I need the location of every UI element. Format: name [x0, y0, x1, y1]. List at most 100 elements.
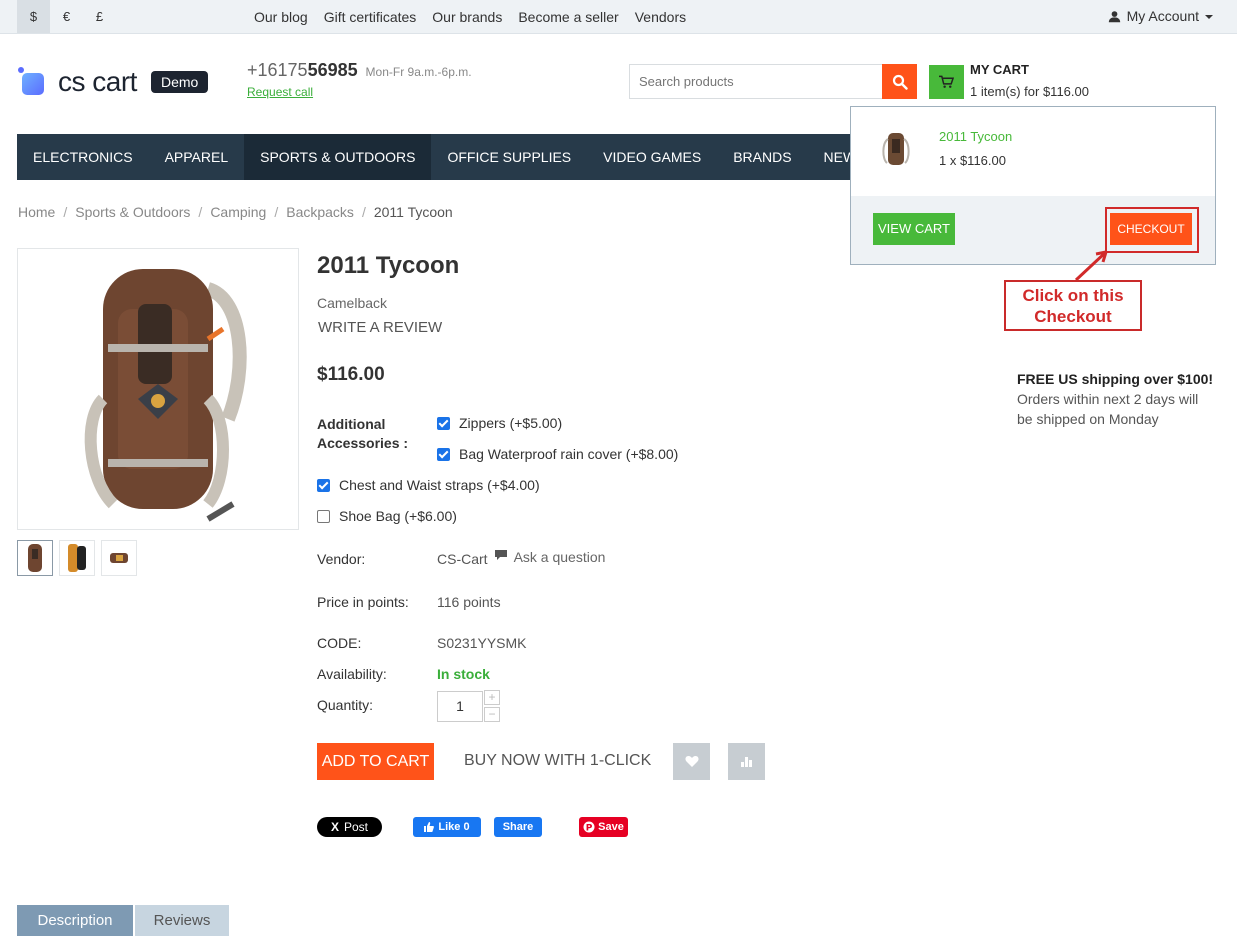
pinterest-save-button[interactable]: P Save	[579, 817, 628, 837]
annotation-arrow-icon	[1074, 250, 1108, 282]
quantity-label: Quantity:	[317, 697, 374, 713]
my-cart-title: MY CART	[970, 62, 1029, 77]
top-bar: $ € £ Our blog Gift certificates Our bra…	[0, 0, 1237, 34]
option-rain-cover-checkbox[interactable]	[437, 447, 450, 461]
write-review-link[interactable]: WRITE A REVIEW	[318, 319, 442, 336]
compare-button[interactable]	[728, 743, 765, 780]
thumbs-up-icon	[424, 822, 435, 832]
search-input[interactable]	[630, 65, 882, 98]
cs-cart-logo-icon	[18, 67, 44, 95]
nav-brands[interactable]: BRANDS	[717, 134, 807, 180]
checkout-highlight-box	[1105, 207, 1199, 253]
currency-usd[interactable]: $	[17, 0, 50, 33]
option-rain-cover-label: Bag Waterproof rain cover (+$8.00)	[459, 446, 679, 462]
svg-text:P: P	[586, 824, 593, 834]
x-post-button[interactable]: X Post	[317, 817, 382, 837]
quantity-plus-button[interactable]: +	[484, 690, 500, 705]
link-gift-certificates[interactable]: Gift certificates	[324, 9, 417, 25]
x-post-label: Post	[344, 820, 369, 834]
cart-item-qty: 1 x $116.00	[939, 153, 1006, 168]
backpack-image	[84, 269, 247, 522]
quantity-minus-button[interactable]: −	[484, 707, 500, 722]
caret-down-icon	[1205, 14, 1213, 19]
pinterest-save-label: Save	[598, 821, 624, 833]
user-icon	[1108, 11, 1120, 23]
vendor-row: CS-Cart Ask a question	[437, 549, 606, 567]
thumbnail-1[interactable]	[17, 540, 53, 576]
quantity-input[interactable]: 1	[437, 691, 483, 722]
my-cart-count: 1 item(s) for $116.00	[970, 84, 1089, 99]
wishlist-button[interactable]	[673, 743, 710, 780]
nav-sports-outdoors[interactable]: SPORTS & OUTDOORS	[244, 134, 432, 180]
heart-icon	[684, 756, 699, 767]
top-links: Our blog Gift certificates Our brands Be…	[254, 0, 686, 33]
cart-item-thumbnail[interactable]	[879, 129, 913, 169]
vendor-label: Vendor:	[317, 551, 366, 567]
nav-office-supplies[interactable]: OFFICE SUPPLIES	[431, 134, 587, 180]
option-chest-straps[interactable]: Chest and Waist straps (+$4.00)	[317, 477, 540, 493]
search-bar	[629, 64, 917, 99]
option-shoe-bag-checkbox[interactable]	[317, 509, 330, 523]
option-shoe-bag[interactable]: Shoe Bag (+$6.00)	[317, 508, 457, 524]
pinterest-icon: P	[583, 821, 595, 833]
search-icon	[892, 74, 908, 90]
search-button[interactable]	[882, 64, 917, 99]
link-vendors[interactable]: Vendors	[635, 9, 686, 25]
option-zippers-checkbox[interactable]	[437, 416, 450, 430]
my-account-label: My Account	[1126, 8, 1199, 24]
option-chest-straps-label: Chest and Waist straps (+$4.00)	[339, 477, 540, 493]
my-account-menu[interactable]: My Account	[1108, 0, 1213, 33]
shipping-info: FREE US shipping over $100! Orders withi…	[1017, 369, 1213, 429]
currency-eur[interactable]: €	[50, 0, 83, 33]
my-cart-summary[interactable]: MY CART 1 item(s) for $116.00	[970, 62, 1089, 99]
demo-badge: Demo	[150, 71, 209, 93]
compare-chart-icon	[741, 757, 752, 767]
breadcrumb-backpacks[interactable]: Backpacks	[286, 204, 354, 220]
breadcrumb-sports-outdoors[interactable]: Sports & Outdoors	[75, 204, 190, 220]
buy-now-one-click-button[interactable]: BUY NOW WITH 1-CLICK	[464, 752, 651, 770]
product-title: 2011 Tycoon	[317, 252, 460, 279]
annotation-line-1: Click on this	[1022, 286, 1124, 305]
shipping-heading: FREE US shipping over $100!	[1017, 371, 1214, 387]
code-label: CODE:	[317, 635, 362, 651]
link-our-brands[interactable]: Our brands	[432, 9, 502, 25]
option-rain-cover[interactable]: Bag Waterproof rain cover (+$8.00)	[437, 446, 678, 462]
points-label: Price in points:	[317, 594, 409, 610]
facebook-like-label: Like 0	[438, 821, 470, 833]
code-value: S0231YYSMK	[437, 635, 527, 651]
add-to-cart-button[interactable]: ADD TO CART	[317, 743, 434, 780]
thumbnail-3[interactable]	[101, 540, 137, 576]
option-chest-straps-checkbox[interactable]	[317, 478, 330, 492]
ask-question-link[interactable]: Ask a question	[514, 549, 606, 565]
breadcrumb: Home / Sports & Outdoors / Camping / Bac…	[18, 204, 453, 220]
breadcrumb-home[interactable]: Home	[18, 204, 55, 220]
availability-label: Availability:	[317, 666, 387, 682]
view-cart-button[interactable]: VIEW CART	[873, 213, 955, 245]
facebook-share-button[interactable]: Share	[494, 817, 542, 837]
link-our-blog[interactable]: Our blog	[254, 9, 308, 25]
availability-value: In stock	[437, 666, 490, 682]
phone-block: +1617556985 Mon-Fr 9a.m.-6p.m. Request c…	[247, 60, 472, 99]
tab-reviews[interactable]: Reviews	[135, 905, 229, 936]
logo[interactable]: cs cart Demo	[18, 60, 209, 98]
cart-item-name[interactable]: 2011 Tycoon	[939, 129, 1012, 144]
tab-description[interactable]: Description	[17, 905, 133, 936]
option-zippers[interactable]: Zippers (+$5.00)	[437, 415, 562, 431]
thumbnail-2[interactable]	[59, 540, 95, 576]
product-thumbnails	[17, 540, 137, 576]
breadcrumb-camping[interactable]: Camping	[210, 204, 266, 220]
link-become-seller[interactable]: Become a seller	[518, 9, 618, 25]
nav-apparel[interactable]: APPAREL	[149, 134, 245, 180]
vendor-link[interactable]: CS-Cart	[437, 551, 488, 567]
annotation-line-2: Checkout	[1034, 307, 1112, 326]
nav-video-games[interactable]: VIDEO GAMES	[587, 134, 717, 180]
product-brand[interactable]: Camelback	[317, 295, 387, 311]
request-call-link[interactable]: Request call	[247, 85, 472, 99]
facebook-like-button[interactable]: Like 0	[413, 817, 481, 837]
shipping-line-2: be shipped on Monday	[1017, 411, 1159, 427]
cart-button[interactable]	[929, 65, 964, 99]
product-main-image[interactable]	[17, 248, 299, 530]
nav-electronics[interactable]: ELECTRONICS	[17, 134, 149, 180]
currency-gbp[interactable]: £	[83, 0, 116, 33]
product-price: $116.00	[317, 364, 385, 385]
